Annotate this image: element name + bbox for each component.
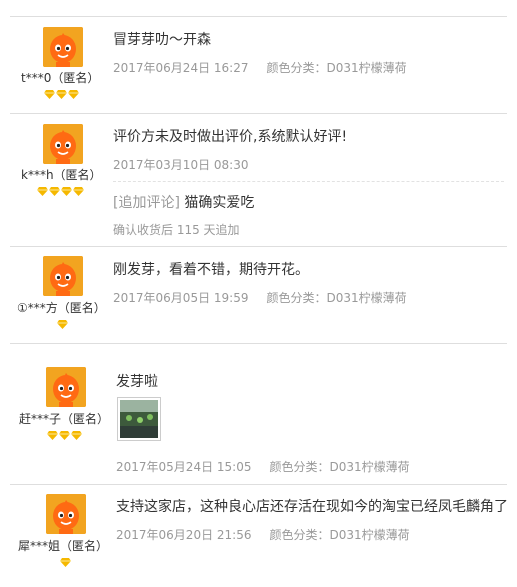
reviewer-name: 犀***姐（匿名） [18, 539, 109, 553]
diamond-icon [47, 431, 58, 440]
reviewer-name: 赶***子（匿名） [19, 412, 110, 426]
review-sku: 颜色分类：D031柠檬薄荷 [266, 291, 407, 305]
review-meta: 2017年03月10日 08:30 [113, 156, 248, 173]
diamond-icon [57, 320, 68, 329]
review-text: 刚发芽，看着不错，期待开花。 [113, 262, 309, 278]
review-date: 2017年03月10日 08:30 [113, 158, 249, 172]
append-tag: [追加评论] [113, 195, 180, 211]
reviewer-name: k***h（匿名） [21, 168, 102, 182]
reviewer-name: t***0（匿名） [21, 71, 100, 85]
review-date: 2017年05月24日 15:05 [116, 460, 252, 474]
avatar [43, 124, 83, 164]
review-date: 2017年06月24日 16:27 [113, 61, 249, 75]
reviewer-level-diamonds [57, 320, 68, 330]
diamond-icon [44, 90, 55, 99]
avatar [43, 27, 83, 67]
separator [10, 16, 507, 17]
reviewer-level-diamonds [44, 90, 79, 100]
append-note: 确认收货后 115 天追加 [113, 223, 240, 237]
avatar [43, 256, 83, 296]
review-text: 评价方未及时做出评价,系统默认好评! [113, 129, 348, 145]
diamond-icon [60, 558, 71, 567]
reviewer-level-diamonds [60, 558, 71, 568]
reviewer-level-diamonds [47, 431, 82, 441]
appended-review: [追加评论] 猫确实爱吃 [113, 192, 254, 212]
append-text: 猫确实爱吃 [184, 195, 255, 211]
review-text: 支持这家店，这种良心店还存活在现如今的淘宝已经凤毛麟角了 [116, 499, 508, 515]
diamond-icon [68, 90, 79, 99]
review-sku: 颜色分类：D031柠檬薄荷 [269, 528, 410, 542]
review-meta: 2017年06月05日 19:59 颜色分类：D031柠檬薄荷 [113, 289, 407, 306]
review-meta: 2017年06月20日 21:56 颜色分类：D031柠檬薄荷 [116, 526, 410, 543]
avatar [46, 494, 86, 534]
diamond-icon [37, 187, 48, 196]
review-date: 2017年06月05日 19:59 [113, 291, 249, 305]
avatar [46, 367, 86, 407]
diamond-icon [71, 431, 82, 440]
separator [10, 484, 507, 485]
reviewer-name: ①***方（匿名） [17, 301, 106, 315]
review-sku: 颜色分类：D031柠檬薄荷 [266, 61, 407, 75]
review-text: 冒芽芽叻～开森 [113, 32, 211, 48]
separator [10, 343, 507, 344]
reviewer-level-diamonds [37, 187, 84, 197]
review-sku: 颜色分类：D031柠檬薄荷 [269, 460, 410, 474]
review-meta: 2017年05月24日 15:05 颜色分类：D031柠檬薄荷 [116, 458, 410, 475]
diamond-icon [49, 187, 60, 196]
separator [10, 246, 507, 247]
diamond-icon [56, 90, 67, 99]
plant-photo-image [120, 400, 158, 438]
review-date: 2017年06月20日 21:56 [116, 528, 252, 542]
diamond-icon [61, 187, 72, 196]
review-text: 发芽啦 [116, 374, 158, 390]
append-divider [113, 181, 504, 182]
review-photo-thumbnail[interactable] [117, 397, 161, 441]
separator [10, 113, 507, 114]
diamond-icon [73, 187, 84, 196]
diamond-icon [59, 431, 70, 440]
review-meta: 2017年06月24日 16:27 颜色分类：D031柠檬薄荷 [113, 59, 407, 76]
